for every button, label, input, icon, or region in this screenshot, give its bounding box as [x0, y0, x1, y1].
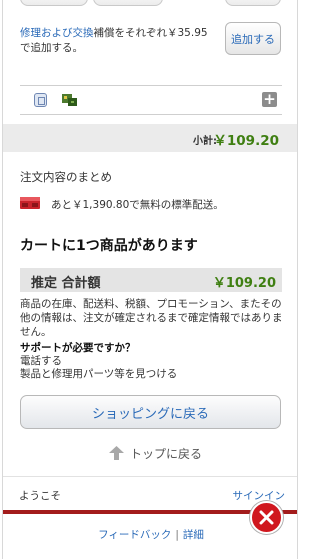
continue-shopping-button[interactable]: ショッピングに戻る	[20, 395, 281, 429]
repair-coverage-offer: 修理および交換補償をそれぞれ￥35.95で追加する。	[20, 26, 218, 56]
feedback-link[interactable]: フィードバック	[98, 529, 171, 541]
divider	[20, 85, 282, 86]
price-disclaimer: 商品の在庫、配送料、税額、プロモーション、またその他の情報は、注文が確定されるま…	[20, 298, 283, 338]
add-coverage-button[interactable]: 追加する	[225, 22, 281, 55]
divider	[3, 476, 297, 477]
cart-page: 修理および交換補償をそれぞれ￥35.95で追加する。 追加する + 小計: ￥1…	[2, 0, 298, 559]
support-parts-link[interactable]: 製品と修理用パーツ等を見つける	[20, 366, 177, 381]
order-summary-title: 注文内容のまとめ	[20, 170, 112, 184]
repair-exchange-link[interactable]: 修理および交換	[20, 27, 94, 39]
expand-plus-icon[interactable]: +	[262, 92, 277, 107]
subtotal-value: ￥109.20	[213, 133, 279, 149]
back-to-top-link[interactable]: トップに戻る	[108, 444, 202, 462]
free-shipping-message: あと￥1,390.80で無料の標準配送。	[51, 199, 224, 211]
divider	[20, 114, 282, 115]
back-to-top-label: トップに戻る	[130, 446, 203, 461]
details-link[interactable]: 詳細	[183, 529, 204, 541]
subtotal-bar: 小計: ￥109.20	[3, 124, 297, 152]
estimated-total-label: 推定 合計額	[31, 276, 101, 291]
top-option-button-1[interactable]	[20, 0, 88, 6]
close-button[interactable]	[250, 501, 283, 534]
close-icon	[259, 510, 274, 525]
bin-icon[interactable]	[34, 93, 47, 107]
top-option-button-3[interactable]	[225, 0, 281, 6]
gift-tree-icon[interactable]	[61, 92, 78, 108]
top-option-button-2[interactable]	[93, 0, 163, 6]
cart-item-count: カートに1つ商品があります	[20, 238, 198, 254]
estimated-total-value: ￥109.20	[212, 276, 276, 291]
welcome-text: ようこそ	[19, 490, 61, 502]
footer-separator: |	[175, 529, 179, 541]
shipping-truck-icon	[20, 197, 40, 209]
signin-link[interactable]: サインイン	[233, 488, 286, 503]
estimated-total-bar: 推定 合計額 ￥109.20	[20, 268, 282, 292]
up-arrow-icon	[109, 446, 124, 460]
footer-links: フィードバック | 詳細	[3, 527, 297, 542]
